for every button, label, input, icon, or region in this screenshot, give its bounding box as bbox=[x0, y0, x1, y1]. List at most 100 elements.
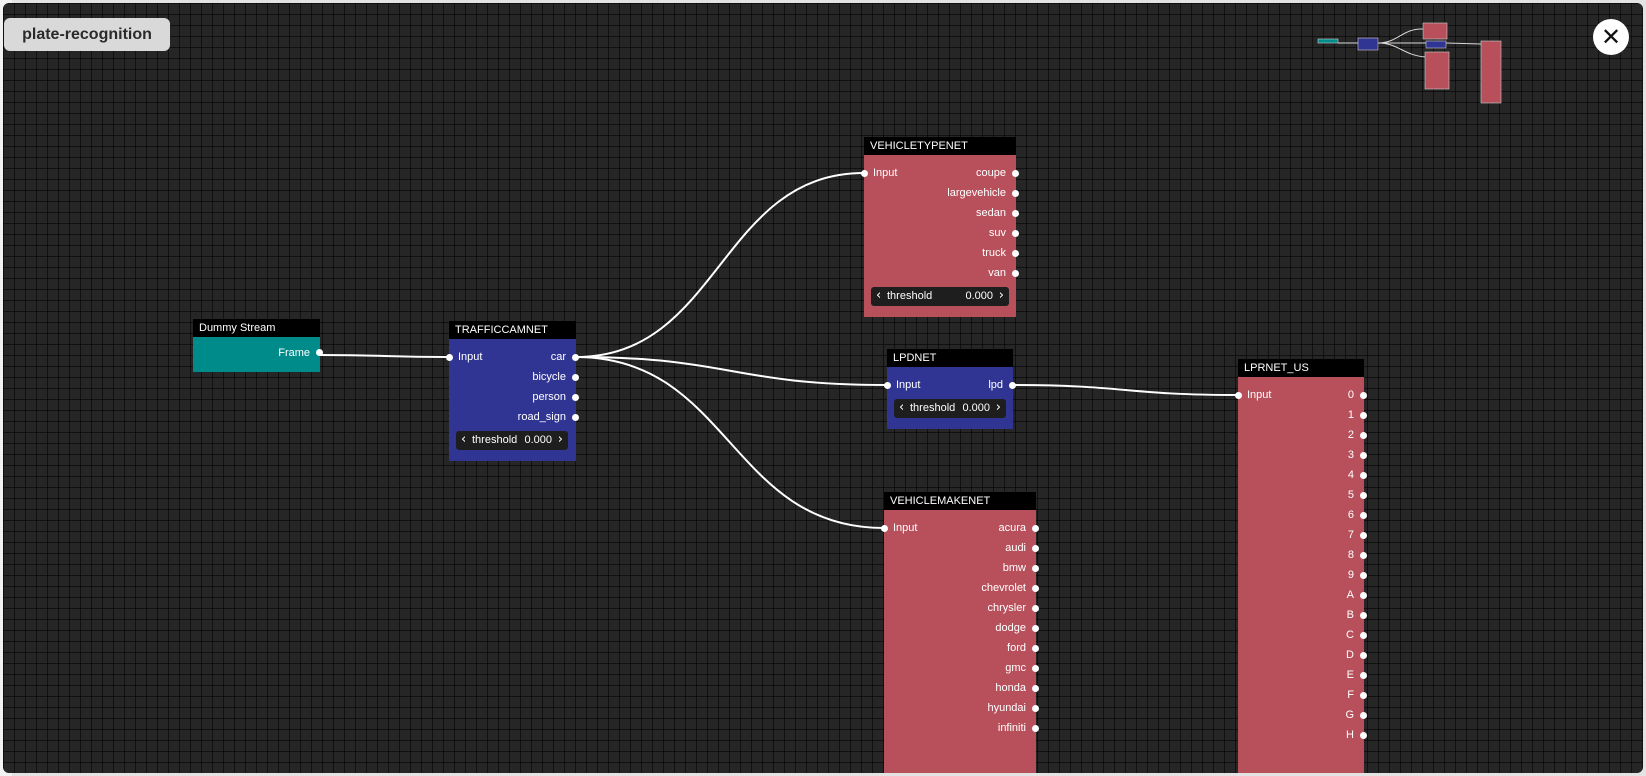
output-port-label: lpd bbox=[988, 379, 1003, 391]
input-port-dot[interactable] bbox=[861, 170, 868, 177]
output-port-dot[interactable] bbox=[1360, 392, 1367, 399]
output-port-label: audi bbox=[1005, 542, 1026, 554]
output-port-dot[interactable] bbox=[1012, 270, 1019, 277]
output-port-dot[interactable] bbox=[1360, 732, 1367, 739]
output-port-label: largevehicle bbox=[947, 187, 1006, 199]
output-port-dot[interactable] bbox=[1360, 452, 1367, 459]
node-trafficcamnet[interactable]: TRAFFICCAMNET Input car bicycle person r… bbox=[446, 321, 579, 461]
chevron-right-icon[interactable]: › bbox=[999, 287, 1004, 305]
output-port-dot[interactable] bbox=[1032, 725, 1039, 732]
input-port-dot[interactable] bbox=[1235, 392, 1242, 399]
output-port-label: car bbox=[550, 351, 566, 363]
input-port-label: Input bbox=[893, 522, 918, 534]
node-body: Frame bbox=[193, 337, 323, 372]
output-port-label: 5 bbox=[1347, 489, 1354, 501]
node-body: Input car bicycle person road_sign ‹ thr… bbox=[446, 339, 579, 461]
node-dummy-stream[interactable]: Dummy Stream Frame bbox=[193, 319, 323, 372]
output-port-dot[interactable] bbox=[1360, 432, 1367, 439]
output-port-dot[interactable] bbox=[316, 349, 323, 356]
output-port-dot[interactable] bbox=[1360, 652, 1367, 659]
output-port-dot[interactable] bbox=[1360, 572, 1367, 579]
output-port-label: E bbox=[1346, 669, 1354, 681]
node-body: Input coupe largevehicle sedan suv truck… bbox=[861, 155, 1019, 317]
output-port-dot[interactable] bbox=[1360, 472, 1367, 479]
output-port-dot[interactable] bbox=[1012, 210, 1019, 217]
node-lpdnet[interactable]: LPDNET Input lpd ‹ threshold 0.000 › bbox=[884, 349, 1016, 429]
output-port-dot[interactable] bbox=[1032, 625, 1039, 632]
output-port-label: bicycle bbox=[532, 371, 566, 383]
node-title: LPDNET bbox=[887, 349, 1013, 367]
input-port-dot[interactable] bbox=[881, 525, 888, 532]
output-port-dot[interactable] bbox=[572, 394, 579, 401]
output-port-dot[interactable] bbox=[1012, 250, 1019, 257]
node-vehiclemakenet[interactable]: VEHICLEMAKENET Input acura audi bmw chev… bbox=[881, 492, 1039, 773]
wire-car-to-vehiclemakenet bbox=[575, 356, 885, 529]
output-port-label: 2 bbox=[1347, 429, 1354, 441]
output-port-dot[interactable] bbox=[572, 374, 579, 381]
output-port-label: B bbox=[1346, 609, 1354, 621]
output-port-dot[interactable] bbox=[1032, 645, 1039, 652]
node-body: Input 0 1 2 3 4 5 6 7 8 9 A B C D E F G … bbox=[1235, 377, 1367, 773]
output-port-label: 4 bbox=[1347, 469, 1354, 481]
node-lprnet-us[interactable]: LPRNET_US Input 0 1 2 3 4 5 6 7 8 9 A B … bbox=[1235, 359, 1367, 773]
output-port-dot[interactable] bbox=[1360, 592, 1367, 599]
threshold-stepper[interactable]: ‹ threshold 0.000 › bbox=[894, 399, 1006, 418]
output-port-dot[interactable] bbox=[1032, 665, 1039, 672]
connection-wires bbox=[319, 172, 1239, 529]
chevron-left-icon[interactable]: ‹ bbox=[876, 287, 881, 305]
output-port-dot[interactable] bbox=[1360, 712, 1367, 719]
chevron-right-icon[interactable]: › bbox=[996, 399, 1001, 417]
output-port-dot[interactable] bbox=[1032, 565, 1039, 572]
minimap-wire bbox=[1377, 28, 1424, 44]
output-port-dot[interactable] bbox=[1360, 692, 1367, 699]
node-title: TRAFFICCAMNET bbox=[449, 321, 576, 339]
output-port-dot[interactable] bbox=[1360, 672, 1367, 679]
output-port-label: coupe bbox=[976, 167, 1006, 179]
node-vehicletypenet[interactable]: VEHICLETYPENET Input coupe largevehicle … bbox=[861, 137, 1019, 317]
input-port-dot[interactable] bbox=[446, 354, 453, 361]
output-port-dot[interactable] bbox=[1032, 545, 1039, 552]
output-port-dot[interactable] bbox=[1032, 705, 1039, 712]
chevron-left-icon[interactable]: ‹ bbox=[461, 431, 466, 449]
node-title: VEHICLEMAKENET bbox=[884, 492, 1036, 510]
output-port-label: 7 bbox=[1347, 529, 1354, 541]
minimap[interactable] bbox=[3, 3, 1643, 113]
output-port-label: honda bbox=[995, 682, 1026, 694]
threshold-stepper[interactable]: ‹ threshold 0.000 › bbox=[456, 431, 568, 450]
output-port-label: road_sign bbox=[517, 411, 566, 423]
output-port-label: gmc bbox=[1005, 662, 1026, 674]
output-port-dot[interactable] bbox=[1360, 612, 1367, 619]
output-port-dot[interactable] bbox=[1360, 512, 1367, 519]
threshold-stepper[interactable]: ‹ threshold 0.000 › bbox=[871, 287, 1009, 306]
close-button[interactable]: ✕ bbox=[1593, 19, 1629, 55]
chevron-right-icon[interactable]: › bbox=[558, 431, 563, 449]
input-port-dot[interactable] bbox=[884, 382, 891, 389]
output-port-dot[interactable] bbox=[572, 414, 579, 421]
minimap-node-vehiclemakenet bbox=[1424, 51, 1450, 90]
output-port-dot[interactable] bbox=[1032, 685, 1039, 692]
output-port-dot[interactable] bbox=[1360, 532, 1367, 539]
threshold-label: threshold bbox=[887, 290, 933, 302]
chevron-left-icon[interactable]: ‹ bbox=[899, 399, 904, 417]
output-port-label: D bbox=[1346, 649, 1354, 661]
threshold-label: threshold bbox=[472, 434, 518, 446]
output-port-dot[interactable] bbox=[572, 354, 579, 361]
output-port-dot[interactable] bbox=[1360, 412, 1367, 419]
output-port-dot[interactable] bbox=[1012, 190, 1019, 197]
output-port-dot[interactable] bbox=[1032, 585, 1039, 592]
minimap-node-lprnet-us bbox=[1480, 40, 1502, 104]
output-port-dot[interactable] bbox=[1012, 170, 1019, 177]
output-port-dot[interactable] bbox=[1032, 525, 1039, 532]
output-port-dot[interactable] bbox=[1009, 382, 1016, 389]
node-body: Input acura audi bmw chevrolet chrysler … bbox=[881, 510, 1039, 773]
node-title: Dummy Stream bbox=[193, 319, 320, 337]
output-port-label: dodge bbox=[995, 622, 1026, 634]
output-port-dot[interactable] bbox=[1360, 632, 1367, 639]
output-port-label: person bbox=[532, 391, 566, 403]
graph-canvas[interactable]: plate-recognition Dummy Stream Frame TRA… bbox=[3, 3, 1643, 773]
output-port-dot[interactable] bbox=[1032, 605, 1039, 612]
output-port-dot[interactable] bbox=[1012, 230, 1019, 237]
output-port-dot[interactable] bbox=[1360, 552, 1367, 559]
output-port-dot[interactable] bbox=[1360, 492, 1367, 499]
output-port-label: 0 bbox=[1347, 389, 1354, 401]
